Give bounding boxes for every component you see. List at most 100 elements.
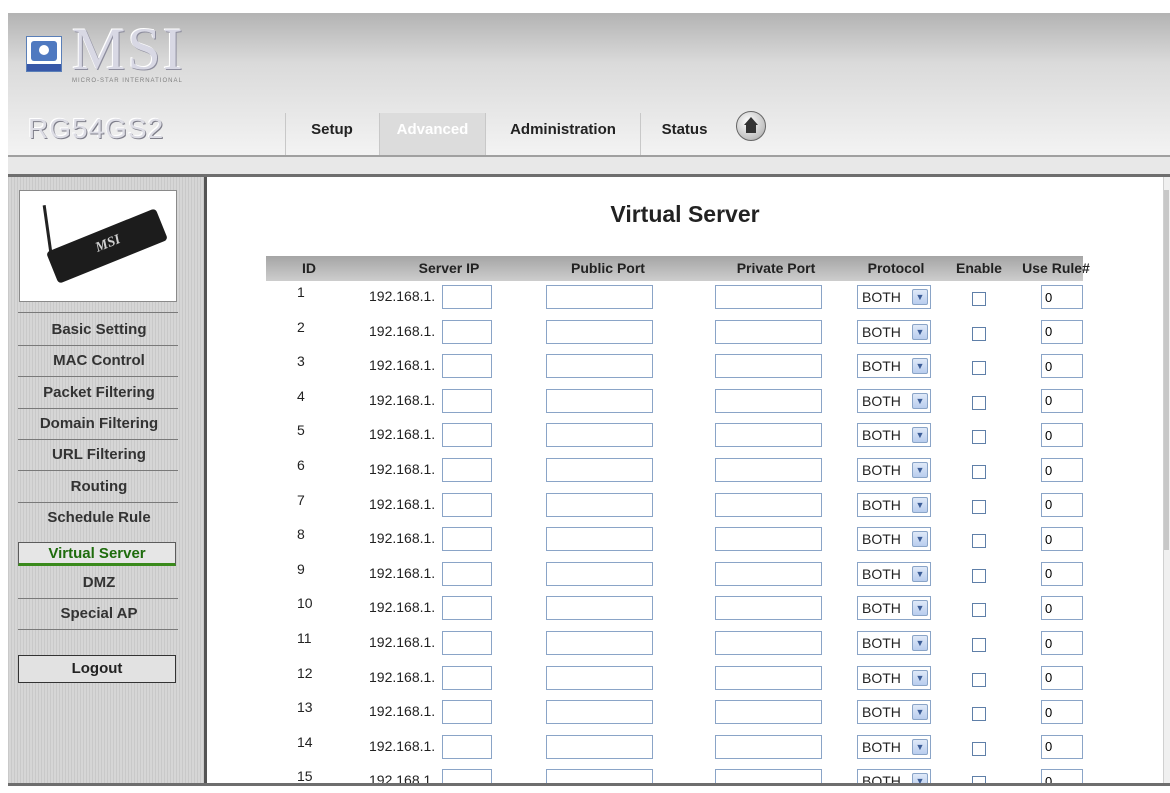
server-ip-input[interactable] [442, 734, 492, 759]
sidebar-item-schedule-rule[interactable]: Schedule Rule [8, 503, 190, 533]
public-port-input[interactable] [546, 631, 653, 655]
public-port-input[interactable] [546, 492, 653, 517]
chevron-down-icon[interactable]: ▼ [912, 496, 928, 513]
chevron-down-icon[interactable]: ▼ [912, 738, 928, 755]
protocol-select[interactable]: BOTH ▼ [857, 354, 931, 379]
server-ip-input[interactable] [442, 596, 492, 621]
public-port-input[interactable] [546, 527, 653, 552]
private-port-input[interactable] [715, 734, 822, 759]
private-port-input[interactable] [715, 423, 822, 448]
enable-checkbox[interactable] [972, 326, 986, 341]
use-rule-input[interactable] [1041, 388, 1083, 413]
public-port-input[interactable] [546, 354, 653, 379]
public-port-input[interactable] [546, 734, 653, 759]
scrollbar-thumb[interactable] [1164, 190, 1169, 550]
protocol-select[interactable]: BOTH ▼ [857, 492, 931, 517]
enable-checkbox[interactable] [972, 603, 986, 618]
enable-checkbox[interactable] [972, 638, 986, 652]
server-ip-input[interactable] [442, 631, 492, 655]
protocol-select[interactable]: BOTH ▼ [857, 458, 931, 482]
public-port-input[interactable] [546, 665, 653, 690]
chevron-down-icon[interactable]: ▼ [912, 565, 928, 582]
private-port-input[interactable] [715, 561, 822, 586]
public-port-input[interactable] [546, 423, 653, 448]
chevron-down-icon[interactable]: ▼ [912, 773, 928, 783]
use-rule-input[interactable] [1041, 458, 1083, 482]
server-ip-input[interactable] [442, 354, 492, 379]
enable-checkbox[interactable] [972, 361, 986, 376]
sidebar-item-url-filtering[interactable]: URL Filtering [8, 440, 190, 470]
protocol-select[interactable]: BOTH ▼ [857, 527, 931, 552]
chevron-down-icon[interactable]: ▼ [912, 669, 928, 686]
server-ip-input[interactable] [442, 769, 492, 783]
public-port-input[interactable] [546, 388, 653, 413]
protocol-select[interactable]: BOTH ▼ [857, 700, 931, 725]
private-port-input[interactable] [715, 631, 822, 655]
protocol-select[interactable]: BOTH ▼ [857, 596, 931, 621]
use-rule-input[interactable] [1041, 354, 1083, 379]
use-rule-input[interactable] [1041, 561, 1083, 586]
private-port-input[interactable] [715, 388, 822, 413]
enable-checkbox[interactable] [972, 707, 986, 722]
use-rule-input[interactable] [1041, 700, 1083, 725]
protocol-select[interactable]: BOTH ▼ [857, 388, 931, 413]
server-ip-input[interactable] [442, 388, 492, 413]
chevron-down-icon[interactable]: ▼ [912, 600, 928, 617]
protocol-select[interactable]: BOTH ▼ [857, 734, 931, 759]
tab-administration[interactable]: Administration [485, 113, 640, 157]
server-ip-input[interactable] [442, 527, 492, 552]
use-rule-input[interactable] [1041, 527, 1083, 552]
use-rule-input[interactable] [1041, 319, 1083, 344]
server-ip-input[interactable] [442, 319, 492, 344]
private-port-input[interactable] [715, 769, 822, 783]
chevron-down-icon[interactable]: ▼ [912, 358, 928, 375]
public-port-input[interactable] [546, 596, 653, 621]
sidebar-item-packet-filtering[interactable]: Packet Filtering [8, 378, 190, 408]
sidebar-item-routing[interactable]: Routing [8, 472, 190, 502]
use-rule-input[interactable] [1041, 492, 1083, 517]
private-port-input[interactable] [715, 700, 822, 725]
private-port-input[interactable] [715, 319, 822, 344]
enable-checkbox[interactable] [972, 534, 986, 549]
chevron-down-icon[interactable]: ▼ [912, 427, 928, 444]
sidebar-item-domain-filtering[interactable]: Domain Filtering [8, 409, 190, 439]
server-ip-input[interactable] [442, 285, 492, 309]
protocol-select[interactable]: BOTH ▼ [857, 769, 931, 783]
private-port-input[interactable] [715, 596, 822, 621]
enable-checkbox[interactable] [972, 776, 986, 783]
server-ip-input[interactable] [442, 561, 492, 586]
chevron-down-icon[interactable]: ▼ [912, 531, 928, 548]
enable-checkbox[interactable] [972, 430, 986, 445]
use-rule-input[interactable] [1041, 596, 1083, 621]
sidebar-item-dmz[interactable]: DMZ [8, 568, 190, 598]
private-port-input[interactable] [715, 492, 822, 517]
sidebar-item-special-ap[interactable]: Special AP [8, 599, 190, 629]
private-port-input[interactable] [715, 285, 822, 309]
chevron-down-icon[interactable]: ▼ [912, 323, 928, 340]
chevron-down-icon[interactable]: ▼ [912, 289, 928, 305]
public-port-input[interactable] [546, 319, 653, 344]
public-port-input[interactable] [546, 561, 653, 586]
sidebar-item-mac-control[interactable]: MAC Control [8, 346, 190, 376]
use-rule-input[interactable] [1041, 631, 1083, 655]
enable-checkbox[interactable] [972, 292, 986, 306]
sidebar-item-basic-setting[interactable]: Basic Setting [8, 315, 190, 345]
server-ip-input[interactable] [442, 665, 492, 690]
protocol-select[interactable]: BOTH ▼ [857, 423, 931, 448]
public-port-input[interactable] [546, 700, 653, 725]
chevron-down-icon[interactable]: ▼ [912, 635, 928, 651]
sidebar-item-virtual-server[interactable]: Virtual Server [18, 542, 176, 566]
use-rule-input[interactable] [1041, 285, 1083, 309]
chevron-down-icon[interactable]: ▼ [912, 462, 928, 478]
chevron-down-icon[interactable]: ▼ [912, 392, 928, 409]
public-port-input[interactable] [546, 458, 653, 482]
protocol-select[interactable]: BOTH ▼ [857, 319, 931, 344]
server-ip-input[interactable] [442, 700, 492, 725]
private-port-input[interactable] [715, 527, 822, 552]
private-port-input[interactable] [715, 458, 822, 482]
tab-advanced[interactable]: Advanced [379, 113, 485, 157]
use-rule-input[interactable] [1041, 769, 1083, 783]
chevron-down-icon[interactable]: ▼ [912, 704, 928, 721]
server-ip-input[interactable] [442, 492, 492, 517]
use-rule-input[interactable] [1041, 665, 1083, 690]
